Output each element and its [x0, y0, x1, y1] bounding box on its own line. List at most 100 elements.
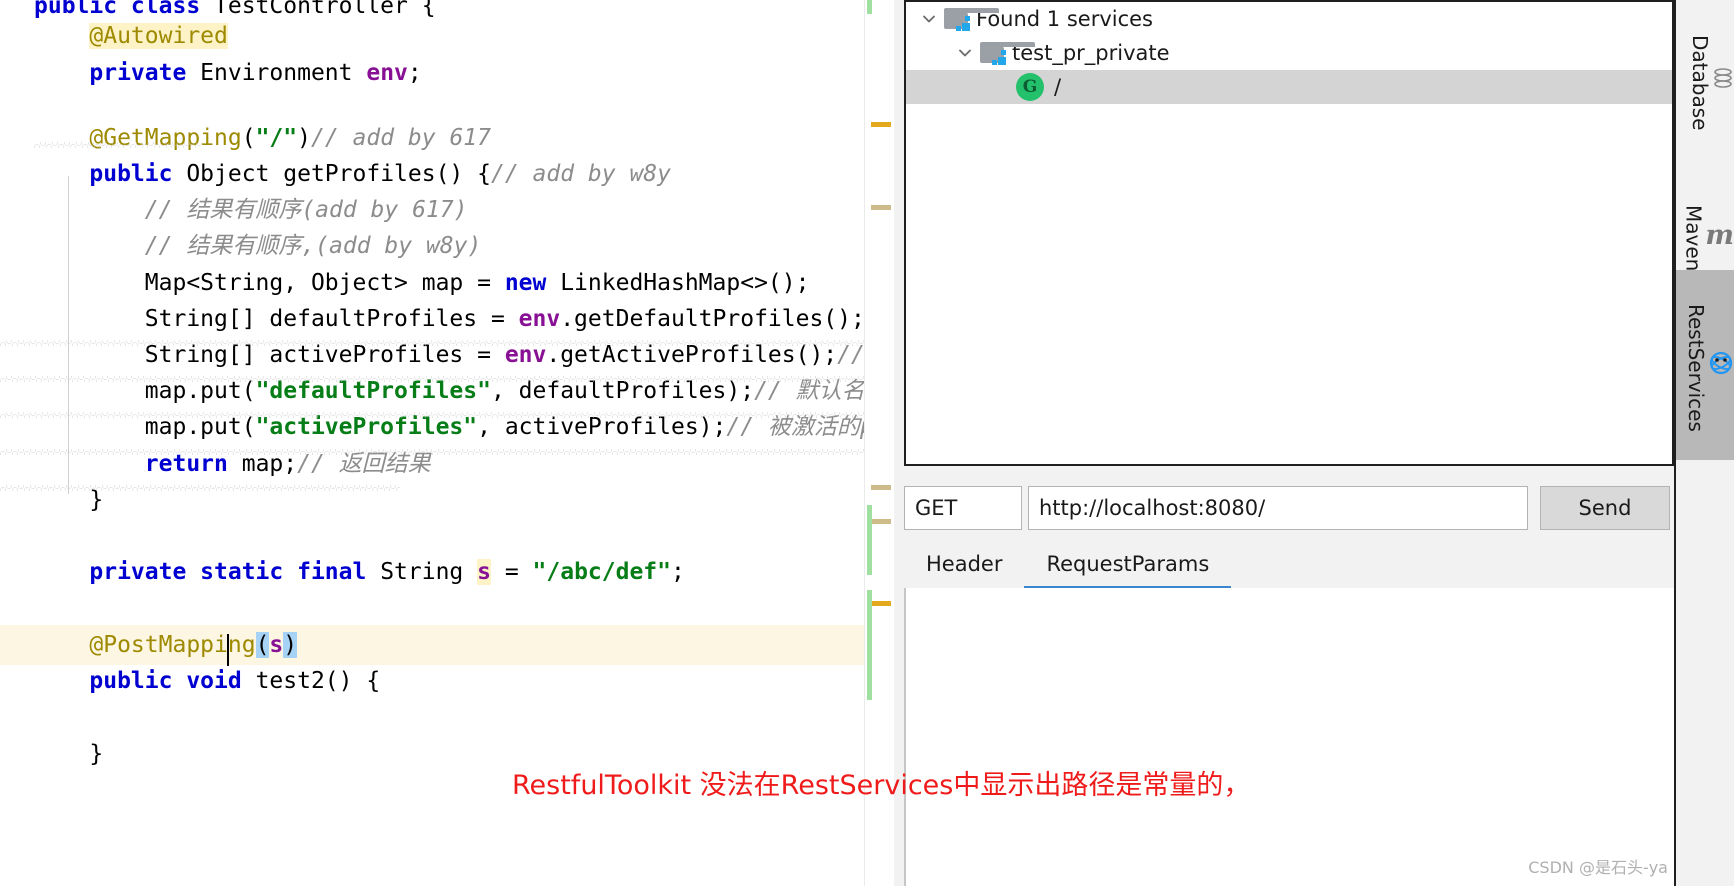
- stripe-mark-warning[interactable]: [871, 122, 891, 127]
- code-token: env: [366, 60, 408, 86]
- send-button[interactable]: Send: [1540, 486, 1670, 530]
- code-token: LinkedHashMap<>();: [560, 270, 810, 296]
- code-token: ): [297, 125, 311, 151]
- code-line[interactable]: @PostMapping(s): [0, 625, 964, 665]
- module-folder-icon: [980, 42, 1035, 65]
- code-line[interactable]: // 结果有顺序(add by 617): [0, 190, 964, 230]
- code-token: test2() {: [255, 668, 381, 694]
- tree-row[interactable]: test_pr_private: [906, 36, 1672, 70]
- rest-services-icon: [1708, 350, 1734, 381]
- http-method-value: GET: [915, 496, 958, 520]
- code-token: (: [241, 125, 256, 151]
- maven-m-icon: m: [1705, 220, 1734, 251]
- inspection-wave-1: [0, 340, 890, 346]
- inspection-wave-4: [0, 449, 890, 455]
- code-token: ): [283, 632, 298, 658]
- tree-row-label: Found 1 services: [976, 7, 1154, 31]
- tree-row[interactable]: Found 1 services: [906, 2, 1672, 36]
- code-line[interactable]: @GetMapping("/")// add by 617: [0, 118, 964, 158]
- tab-header[interactable]: Header: [904, 540, 1024, 588]
- red-annotation-line1: RestfulToolkit 没法在RestServices中显示出路径是常量的…: [512, 770, 1251, 801]
- code-line[interactable]: Map<String, Object> map = new LinkedHash…: [0, 263, 964, 303]
- right-tool-window-bar: Database m Maven RestServices: [1674, 0, 1734, 886]
- code-token: Environment: [200, 60, 367, 86]
- request-url-input[interactable]: http://localhost:8080/: [1028, 486, 1528, 530]
- tool-tab-database[interactable]: Database: [1676, 0, 1734, 160]
- code-token: // add by 617: [310, 125, 491, 151]
- services-tree[interactable]: Found 1 services test_pr_private G /: [904, 0, 1674, 466]
- code-line[interactable]: // 结果有顺序,(add by w8y): [0, 226, 964, 266]
- code-token: "/abc/def": [532, 559, 672, 585]
- screen-root: public class TestController { @Autowired…: [0, 0, 1734, 886]
- code-line[interactable]: String[] defaultProfiles = env.getDefaul…: [0, 299, 964, 339]
- code-token: env: [518, 306, 561, 332]
- vcs-change-marker-2[interactable]: [867, 505, 872, 575]
- code-token: private: [89, 60, 201, 86]
- tool-tab-rest-services-label: RestServices: [1684, 304, 1708, 432]
- code-token: private static final: [89, 559, 381, 585]
- code-token: }: [34, 741, 104, 767]
- inspection-wave-5: [0, 485, 400, 491]
- request-tabs: Header RequestParams: [904, 540, 1674, 590]
- code-token: Object getProfiles() {: [186, 161, 491, 187]
- tree-row[interactable]: G /: [906, 70, 1672, 104]
- code-token: "/": [255, 125, 298, 151]
- code-line[interactable]: @Autowired: [0, 16, 964, 56]
- code-token: s: [269, 632, 284, 658]
- request-url-value: http://localhost:8080/: [1039, 496, 1266, 520]
- vcs-change-marker-3[interactable]: [867, 590, 872, 700]
- inspection-wave-3: [0, 412, 890, 418]
- send-button-label: Send: [1578, 496, 1632, 520]
- code-token: s: [477, 559, 491, 585]
- stripe-mark-info-2[interactable]: [871, 485, 891, 490]
- stripe-mark-info-3[interactable]: [871, 519, 891, 524]
- code-line[interactable]: public Object getProfiles() {// add by w…: [0, 154, 964, 194]
- tab-requestparams[interactable]: RequestParams: [1024, 540, 1232, 590]
- request-bar: GET http://localhost:8080/ Send: [904, 478, 1674, 540]
- get-method-icon: G: [1016, 73, 1044, 101]
- code-token: @PostMapping: [89, 632, 256, 658]
- code-token: public: [89, 161, 187, 187]
- red-annotation: RestfulToolkit 没法在RestServices中显示出路径是常量的…: [512, 686, 1412, 886]
- code-token: @Autowired: [89, 23, 228, 49]
- inspection-wave-2: [0, 376, 890, 382]
- code-line[interactable]: private Environment env;: [0, 53, 964, 93]
- stripe-mark-warning-2[interactable]: [871, 601, 891, 606]
- code-token: // 结果有顺序(add by 617): [144, 197, 468, 223]
- watermark: CSDN @是石头-ya: [1528, 858, 1668, 877]
- inspection-wave-getmapping: [34, 142, 202, 148]
- code-token: Map<String, Object> map =: [144, 270, 505, 296]
- code-line[interactable]: private static final String s = "/abc/de…: [0, 552, 964, 592]
- tool-tab-maven-label: Maven: [1681, 205, 1706, 272]
- vcs-change-marker-1[interactable]: [867, 0, 872, 14]
- code-token: ;: [407, 60, 422, 86]
- code-token: String[] defaultProfiles =: [144, 306, 519, 332]
- text-caret: [227, 634, 229, 666]
- http-method-field[interactable]: GET: [904, 486, 1022, 530]
- stripe-mark-info-1[interactable]: [871, 205, 891, 210]
- code-token: =: [490, 559, 533, 585]
- folder-icon: [944, 8, 999, 31]
- code-token: public void: [89, 668, 256, 694]
- chevron-down-icon[interactable]: [950, 36, 980, 70]
- indent-guide: [68, 176, 69, 494]
- code-token: .getDefaultProfiles();: [560, 306, 865, 332]
- chevron-down-icon[interactable]: [914, 2, 944, 36]
- tool-tab-database-label: Database: [1688, 35, 1712, 131]
- code-token: new: [504, 270, 561, 296]
- code-token: ;: [671, 559, 685, 585]
- tool-tab-rest-services[interactable]: RestServices: [1676, 270, 1734, 460]
- tree-row-label: /: [1054, 75, 1062, 99]
- code-token: // 结果有顺序,(add by w8y): [144, 233, 482, 259]
- database-icon: [1712, 67, 1734, 94]
